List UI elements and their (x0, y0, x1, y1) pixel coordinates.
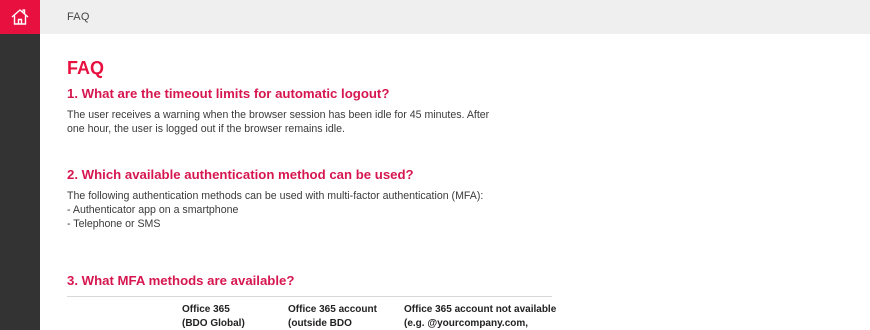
home-button[interactable] (0, 0, 40, 34)
table-header-office365-outside: Office 365 account (outside BDO (288, 303, 377, 330)
home-icon (11, 9, 29, 25)
page-title: FAQ (67, 58, 105, 78)
faq-answer-1-line-2: one hour, the user is logged out if the … (67, 123, 345, 135)
sidebar (0, 0, 40, 330)
table-header-line: (BDO Global) (182, 318, 245, 329)
faq-answer-2-line-3: - Telephone or SMS (67, 218, 161, 230)
table-header-line: Office 365 (182, 304, 230, 315)
faq-question-2: 2. Which available authentication method… (67, 167, 414, 182)
faq-question-1: 1. What are the timeout limits for autom… (67, 86, 390, 101)
faq-answer-1-line-1: The user receives a warning when the bro… (67, 109, 490, 121)
table-header-line: Office 365 account not available (404, 304, 557, 315)
table-header-line: (e.g. @yourcompany.com, (404, 318, 529, 329)
table-header-office365-unavailable: Office 365 account not available (e.g. @… (404, 303, 556, 330)
faq-question-3: 3. What MFA methods are available? (67, 273, 295, 288)
table-header-line: (outside BDO (288, 318, 352, 329)
breadcrumb: FAQ (67, 11, 90, 23)
faq-answer-2-line-2: - Authenticator app on a smartphone (67, 204, 239, 216)
table-header-line: Office 365 account (288, 304, 377, 315)
top-bar: FAQ (40, 0, 870, 34)
faq-answer-2-line-1: The following authentication methods can… (67, 190, 484, 202)
table-divider (67, 296, 552, 297)
table-header-office365-global: Office 365 (BDO Global) (182, 303, 245, 330)
